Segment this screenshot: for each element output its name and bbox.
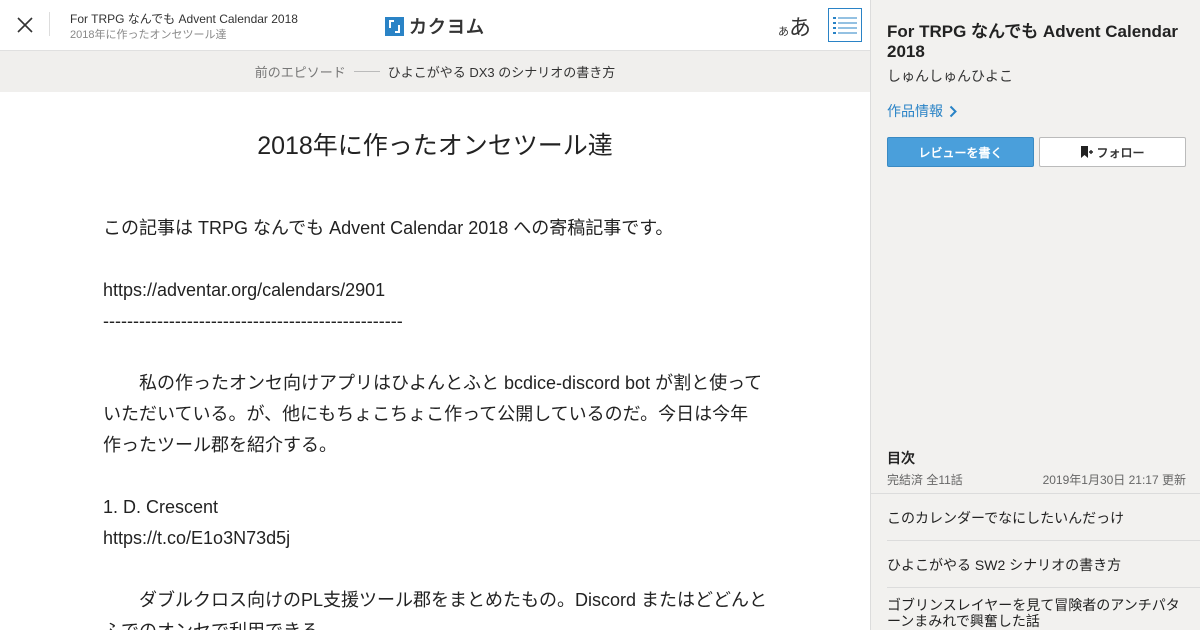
follow-label: フォロー xyxy=(1096,145,1145,160)
work-sidebar: For TRPG なんでも Advent Calendar 2018 しゅんしゅ… xyxy=(870,0,1200,630)
font-size-button[interactable]: あ あ xyxy=(778,10,811,42)
body-link[interactable]: https://t.co/E1o3N73d5j xyxy=(103,523,773,554)
work-info-label: 作品情報 xyxy=(887,103,943,119)
body-line: 作ったツール郡を紹介する。 xyxy=(103,435,337,455)
body-line: この記事は TRPG なんでも Advent Calendar 2018 への寄… xyxy=(103,218,674,238)
body-line xyxy=(103,554,773,585)
close-icon xyxy=(17,17,33,33)
body-line: ダブルクロス向けのPL支援ツール郡をまとめたもの。Discord またはどどんと xyxy=(139,590,768,610)
body-line: ----------------------------------------… xyxy=(103,311,403,331)
toc-item[interactable]: ひよこがやる SW2 シナリオの書き方 xyxy=(887,541,1200,588)
episode-nav-bar: 前のエピソード ひよこがやる DX3 のシナリオの書き方 xyxy=(0,51,870,92)
prev-episode-link[interactable]: ひよこがやる DX3 のシナリオの書き方 xyxy=(388,62,616,81)
chevron-right-icon xyxy=(949,105,957,117)
logo-mark-icon xyxy=(385,16,404,36)
font-size-small-glyph: あ xyxy=(778,26,789,38)
list-icon xyxy=(833,17,857,34)
kakuyomu-logo[interactable]: カクヨム xyxy=(385,13,485,39)
header-work-title[interactable]: For TRPG なんでも Advent Calendar 2018 xyxy=(70,11,298,27)
toc-heading: 目次 xyxy=(887,450,915,466)
toc-meta: 完結済 全11話 2019年1月30日 21:17 更新 xyxy=(887,471,1186,488)
body-link[interactable]: https://adventar.org/calendars/2901 xyxy=(103,275,773,306)
toc-item[interactable]: このカレンダーでなにしたいんだっけ xyxy=(887,494,1200,541)
toc-item[interactable]: ゴブリンスレイヤーを見て冒険者のアンチパターンまみれで興奮した話 xyxy=(887,588,1200,630)
header-titles: For TRPG なんでも Advent Calendar 2018 2018年… xyxy=(70,11,298,43)
close-button[interactable] xyxy=(0,0,50,50)
bookmark-plus-icon xyxy=(1081,146,1094,158)
main-column: For TRPG なんでも Advent Calendar 2018 2018年… xyxy=(0,0,870,630)
font-size-big-glyph: あ xyxy=(789,15,812,40)
body-line: 1. D. Crescent xyxy=(103,497,219,517)
episode-body: この記事は TRPG なんでも Advent Calendar 2018 への寄… xyxy=(103,213,773,630)
work-info-link[interactable]: 作品情報 xyxy=(887,101,957,121)
sidebar-work-title[interactable]: For TRPG なんでも Advent Calendar 2018 xyxy=(887,22,1187,62)
toc-status: 完結済 全11話 xyxy=(887,473,963,487)
header-episode-title: 2018年に作ったオンセツール達 xyxy=(70,29,227,41)
sidebar-author[interactable]: しゅんしゅんひよこ xyxy=(887,66,1013,86)
body-line xyxy=(103,244,773,275)
episode-title: 2018年に作ったオンセツール達 xyxy=(257,132,613,160)
toc-toggle-button[interactable] xyxy=(828,8,862,42)
write-review-button[interactable]: レビューを書く xyxy=(887,137,1034,167)
toc-updated: 2019年1月30日 21:17 更新 xyxy=(1042,473,1186,487)
follow-button[interactable]: フォロー xyxy=(1039,137,1186,167)
top-header: For TRPG なんでも Advent Calendar 2018 2018年… xyxy=(0,0,870,51)
body-line: ふでのオンセで利用できる。 xyxy=(103,616,773,630)
body-line: 私の作ったオンセ向けアプリはひよんとふと bcdice-discord bot … xyxy=(139,373,763,393)
logo-text: カクヨム xyxy=(409,17,485,37)
prev-episode-label[interactable]: 前のエピソード xyxy=(255,62,346,81)
body-line xyxy=(103,461,773,492)
nav-divider xyxy=(353,71,380,72)
body-line: いただいている。が、他にもちょこちょこ作って公開しているのだ。今日は今年 xyxy=(103,404,749,424)
body-line xyxy=(103,337,773,368)
toc-list: このカレンダーでなにしたいんだっけ ひよこがやる SW2 シナリオの書き方 ゴブ… xyxy=(871,493,1200,630)
